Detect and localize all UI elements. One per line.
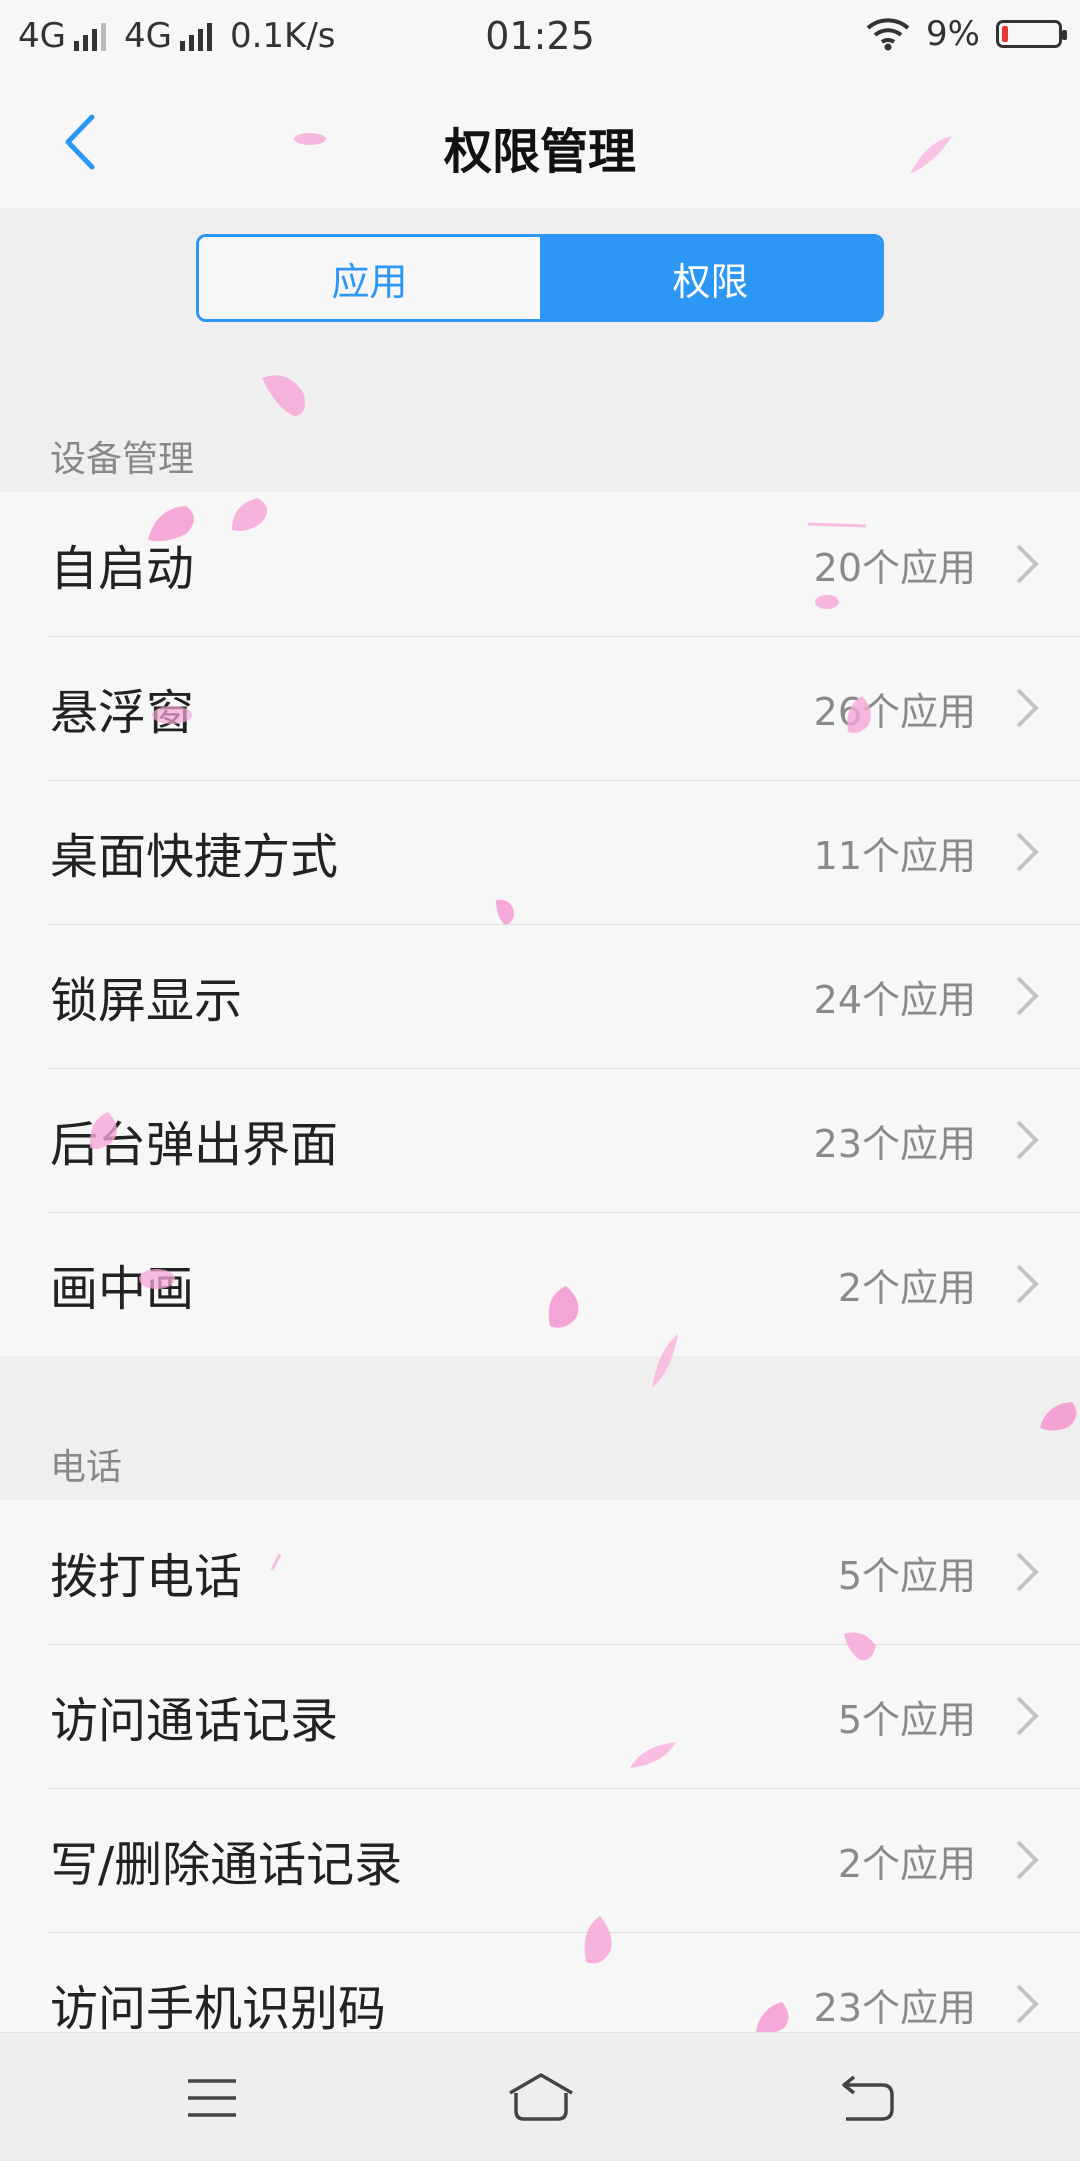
item-label: 拨打电话 bbox=[50, 1549, 243, 1605]
item-label: 画中画 bbox=[50, 1261, 195, 1317]
battery-icon bbox=[996, 20, 1067, 48]
item-label: 后台弹出界面 bbox=[50, 1117, 339, 1173]
item-label: 桌面快捷方式 bbox=[50, 829, 339, 885]
tab-apps[interactable]: 应用 bbox=[199, 237, 540, 319]
page-title: 权限管理 bbox=[443, 124, 636, 180]
section-title: 电话 bbox=[50, 1447, 123, 1488]
item-count: 23个应用 bbox=[813, 1985, 976, 2030]
phone-permission-list: 拨打电话 5个应用 访问通话记录 5个应用 写/删除通话记录 2个应用 访问手机… bbox=[0, 1500, 1080, 2032]
chevron-right-icon bbox=[1016, 976, 1039, 1016]
item-count: 2个应用 bbox=[837, 1841, 976, 1886]
item-count: 2个应用 bbox=[837, 1265, 976, 1310]
status-right: 9% bbox=[866, 14, 1067, 54]
list-item[interactable]: 画中画 2个应用 bbox=[0, 1212, 1080, 1356]
chevron-right-icon bbox=[1016, 1840, 1039, 1880]
list-item[interactable]: 自启动 20个应用 bbox=[0, 492, 1080, 636]
list-item[interactable]: 访问通话记录 5个应用 bbox=[0, 1644, 1080, 1788]
chevron-right-icon bbox=[1016, 544, 1039, 584]
item-count: 24个应用 bbox=[813, 977, 976, 1022]
section-header-phone: 电话 bbox=[0, 1356, 1080, 1500]
chevron-right-icon bbox=[1016, 832, 1039, 872]
item-label: 悬浮窗 bbox=[50, 685, 195, 741]
list-item[interactable]: 悬浮窗 26个应用 bbox=[0, 636, 1080, 780]
item-count: 23个应用 bbox=[813, 1121, 976, 1166]
chevron-right-icon bbox=[1016, 1696, 1039, 1736]
item-label: 自启动 bbox=[50, 541, 195, 597]
list-item[interactable]: 桌面快捷方式 11个应用 bbox=[0, 780, 1080, 924]
item-label: 访问通话记录 bbox=[50, 1693, 339, 1749]
title-bar: 权限管理 bbox=[0, 76, 1080, 209]
list-item[interactable]: 拨打电话 5个应用 bbox=[0, 1500, 1080, 1644]
chevron-right-icon bbox=[1016, 1552, 1039, 1592]
home-icon[interactable] bbox=[506, 2071, 576, 2125]
section-title: 设备管理 bbox=[50, 439, 195, 480]
device-permission-list: 自启动 20个应用 悬浮窗 26个应用 桌面快捷方式 11个应用 锁屏显示 24… bbox=[0, 492, 1080, 1356]
wifi-icon bbox=[866, 18, 910, 51]
list-item[interactable]: 访问手机识别码 23个应用 bbox=[0, 1932, 1080, 2032]
item-count: 5个应用 bbox=[837, 1553, 976, 1598]
segment-area: 应用 权限 bbox=[0, 208, 1080, 408]
item-label: 锁屏显示 bbox=[50, 973, 243, 1029]
chevron-right-icon bbox=[1016, 1120, 1039, 1160]
chevron-right-icon bbox=[1016, 1264, 1039, 1304]
segmented-control: 应用 权限 bbox=[196, 234, 884, 322]
list-item[interactable]: 锁屏显示 24个应用 bbox=[0, 924, 1080, 1068]
item-count: 5个应用 bbox=[837, 1697, 976, 1742]
menu-icon[interactable] bbox=[182, 2071, 242, 2125]
chevron-right-icon bbox=[1016, 688, 1039, 728]
battery-percent: 9% bbox=[926, 14, 980, 54]
list-item[interactable]: 后台弹出界面 23个应用 bbox=[0, 1068, 1080, 1212]
system-navigation-bar bbox=[0, 2032, 1080, 2161]
section-header-device: 设备管理 bbox=[0, 408, 1080, 492]
back-icon[interactable] bbox=[838, 2071, 898, 2125]
item-count: 11个应用 bbox=[813, 833, 976, 878]
chevron-right-icon bbox=[1016, 1984, 1039, 2024]
list-item[interactable]: 写/删除通话记录 2个应用 bbox=[0, 1788, 1080, 1932]
item-count: 26个应用 bbox=[813, 689, 976, 734]
tab-permissions[interactable]: 权限 bbox=[540, 237, 881, 319]
status-bar: 4G 4G 0.1K/s 01:25 9% bbox=[0, 0, 1080, 76]
item-label: 访问手机识别码 bbox=[50, 1981, 387, 2032]
item-label: 写/删除通话记录 bbox=[50, 1837, 403, 1893]
item-count: 20个应用 bbox=[813, 545, 976, 590]
